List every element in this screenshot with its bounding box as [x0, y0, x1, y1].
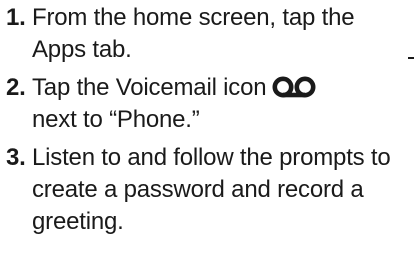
step-1-number: 1.	[6, 4, 26, 31]
step-2-text-after-icon: next to “Phone.”	[32, 106, 200, 133]
step-3: 3. Listen to and follow the prompts to c…	[6, 142, 412, 238]
instruction-list: 1. From the home screen, tap the Apps ta…	[6, 2, 412, 244]
step-2: 2. Tap the Voicemail icon next to “Phone…	[6, 72, 412, 136]
voicemail-icon	[272, 76, 316, 98]
step-3-number: 3.	[6, 144, 26, 171]
step-1: 1. From the home screen, tap the Apps ta…	[6, 2, 412, 66]
step-2-text-before-icon: Tap the Voicemail icon	[32, 74, 267, 101]
step-2-number: 2.	[6, 74, 26, 101]
cropped-edge-mark	[408, 57, 414, 59]
step-1-text: From the home screen, tap the Apps tab.	[32, 4, 355, 63]
step-3-text: Listen to and follow the prompts to crea…	[32, 144, 391, 235]
